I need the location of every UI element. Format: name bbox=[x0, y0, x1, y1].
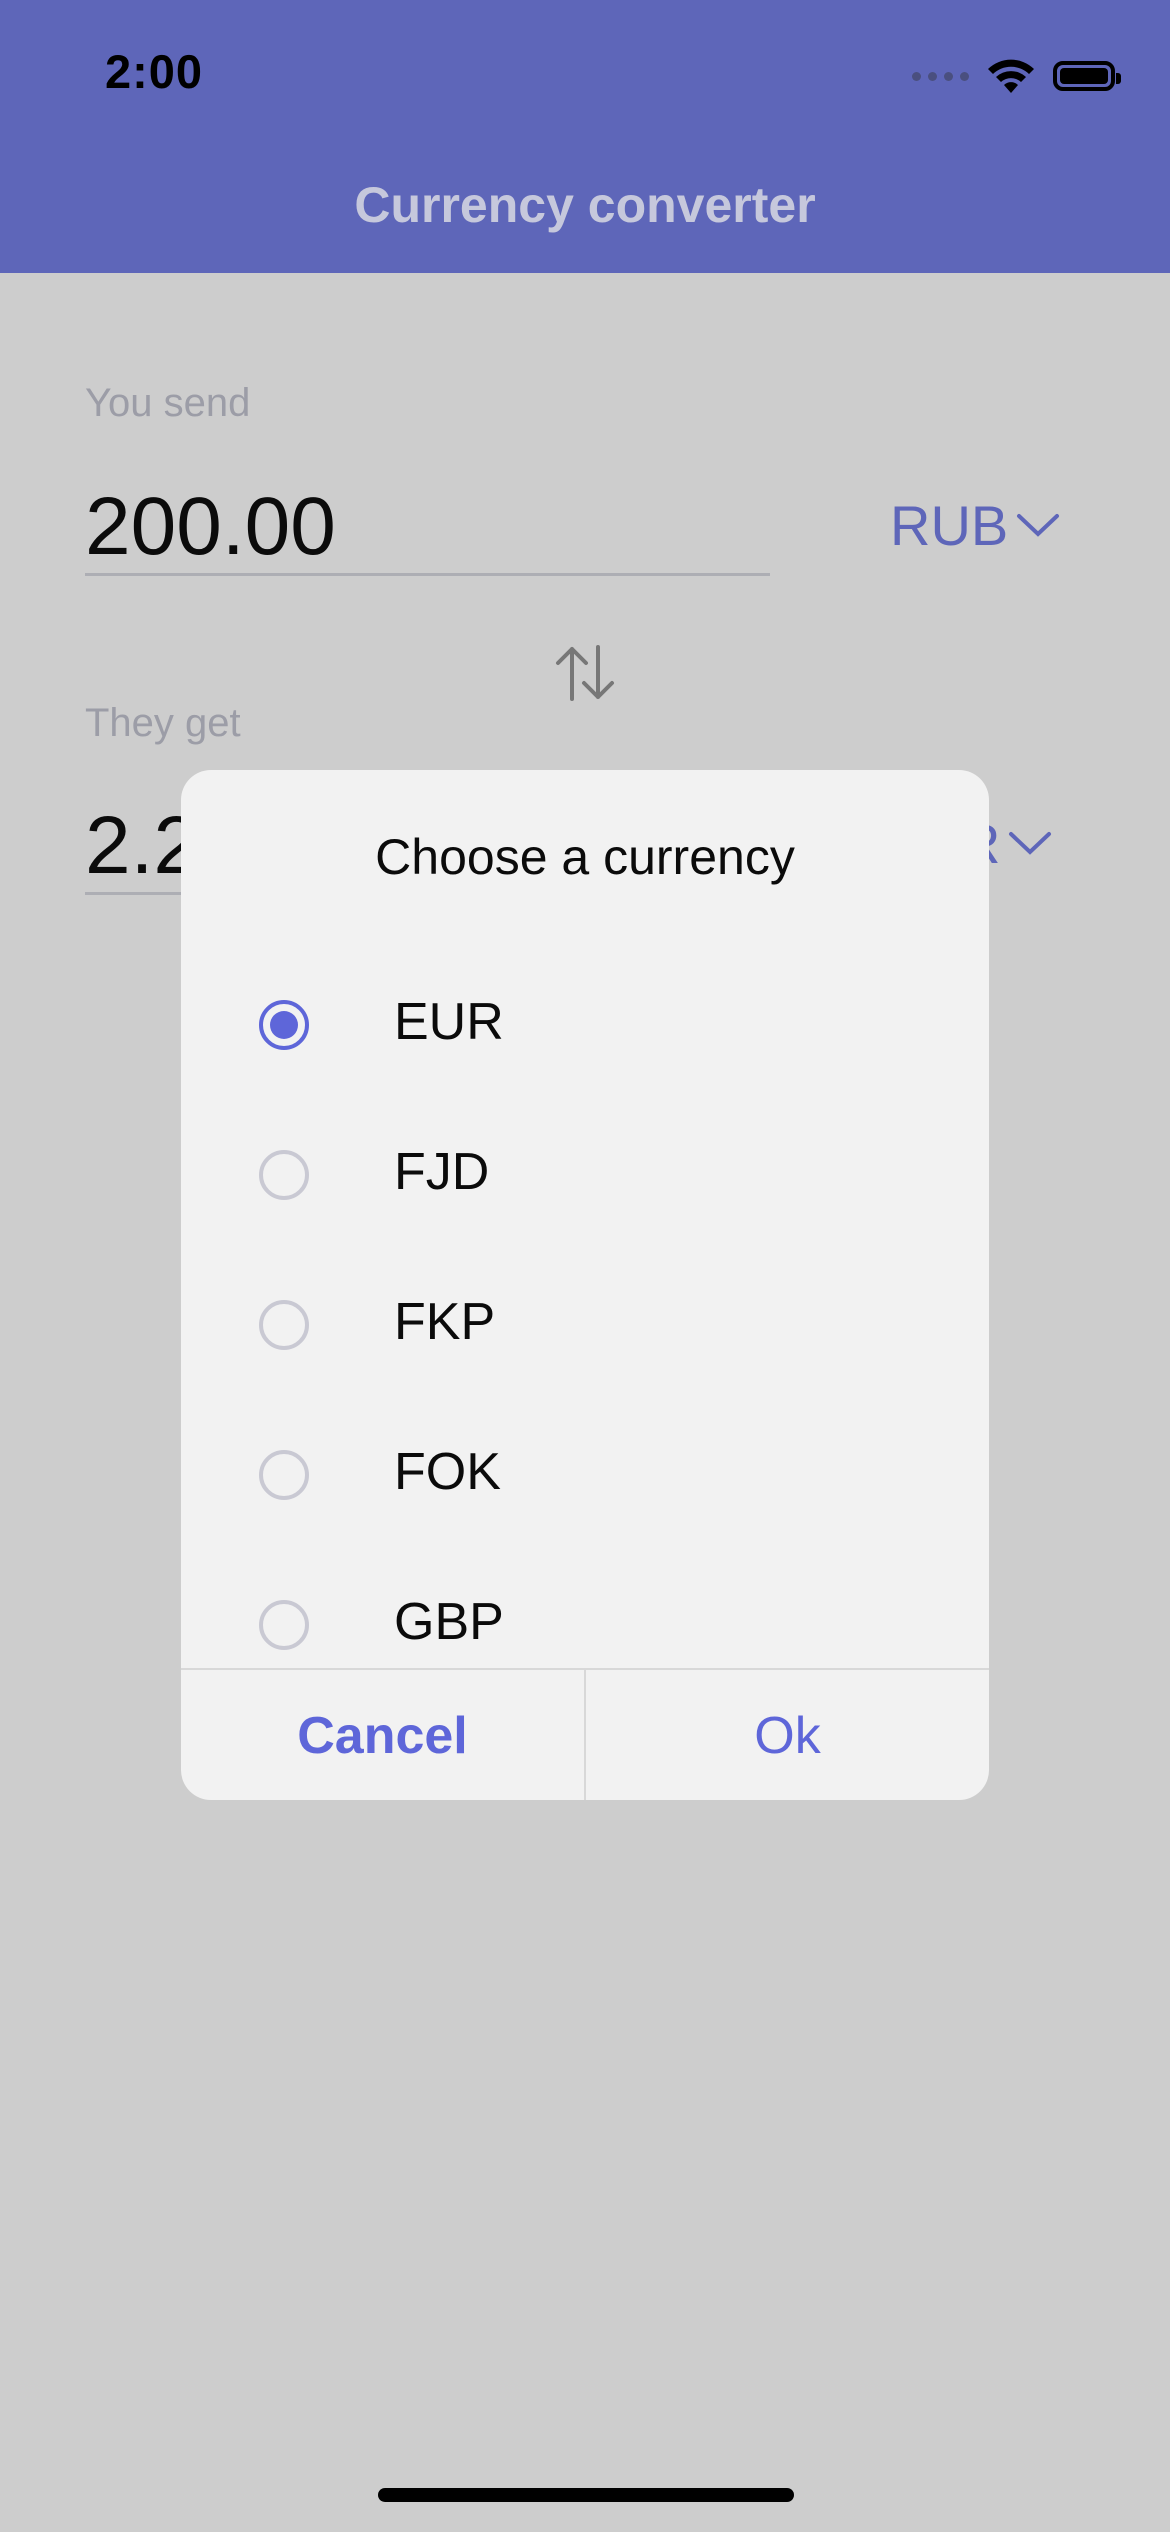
battery-icon bbox=[1053, 61, 1121, 91]
option-label: FKP bbox=[394, 1293, 496, 1351]
currency-option-gbp[interactable]: GBP bbox=[181, 1570, 989, 1680]
wifi-icon bbox=[988, 59, 1034, 93]
cellular-signal-icon bbox=[912, 71, 969, 81]
chevron-down-icon bbox=[1009, 831, 1052, 855]
option-label: GBP bbox=[394, 1593, 504, 1651]
app-header: 2:00 Currency converter bbox=[0, 0, 1170, 273]
send-amount-input[interactable]: 200.00 bbox=[85, 481, 770, 576]
currency-option-eur[interactable]: EUR bbox=[181, 970, 989, 1080]
send-label: You send bbox=[85, 381, 251, 425]
currency-picker-dialog: Choose a currency EUR FJD FKP FOK GBP Ca… bbox=[181, 770, 989, 1800]
radio-unselected-icon[interactable] bbox=[259, 1600, 309, 1650]
status-time: 2:00 bbox=[105, 45, 204, 98]
chevron-down-icon bbox=[1017, 513, 1060, 537]
currency-option-fjd[interactable]: FJD bbox=[181, 1120, 989, 1230]
dialog-title: Choose a currency bbox=[375, 829, 795, 885]
option-label: FJD bbox=[394, 1143, 490, 1201]
radio-unselected-icon[interactable] bbox=[259, 1300, 309, 1350]
status-icons bbox=[912, 54, 1121, 98]
option-label: EUR bbox=[394, 993, 504, 1051]
send-currency-selector[interactable]: RUB bbox=[890, 493, 1060, 558]
currency-option-fok[interactable]: FOK bbox=[181, 1420, 989, 1530]
receive-label: They get bbox=[85, 701, 241, 745]
option-label: FOK bbox=[394, 1443, 501, 1501]
currency-option-fkp[interactable]: FKP bbox=[181, 1270, 989, 1380]
radio-unselected-icon[interactable] bbox=[259, 1450, 309, 1500]
cancel-button[interactable]: Cancel bbox=[181, 1670, 586, 1800]
radio-unselected-icon[interactable] bbox=[259, 1150, 309, 1200]
dialog-footer: Cancel Ok bbox=[181, 1668, 989, 1800]
radio-selected-icon[interactable] bbox=[259, 1000, 309, 1050]
send-currency-code: RUB bbox=[890, 494, 1009, 557]
swap-icon[interactable] bbox=[552, 643, 618, 703]
ok-button[interactable]: Ok bbox=[586, 1670, 989, 1800]
home-indicator[interactable] bbox=[378, 2488, 794, 2502]
page-title: Currency converter bbox=[354, 177, 816, 233]
